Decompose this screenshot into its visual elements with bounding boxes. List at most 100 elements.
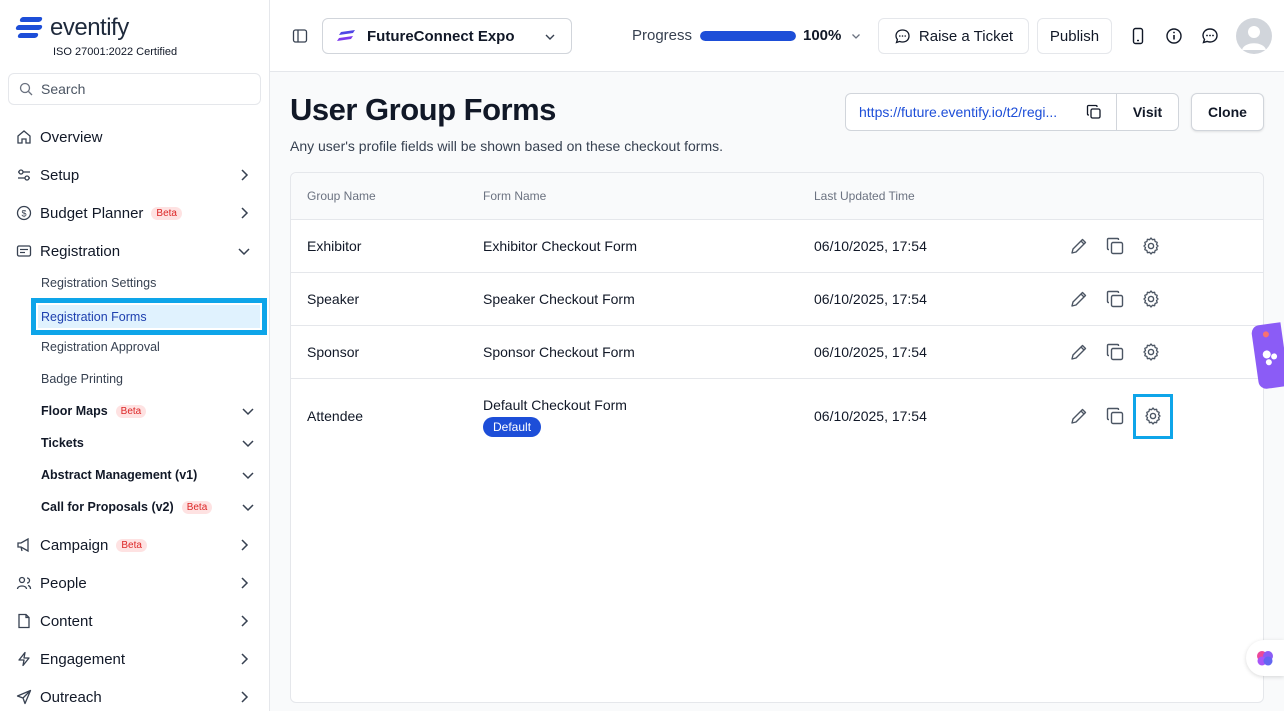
form-name-cell: Default Checkout Form Default [483,397,627,437]
sidebar-item-outreach[interactable]: Outreach [16,683,256,711]
eventify-logo-icon [15,15,44,41]
sidebar-item-budget-planner[interactable]: $ Budget Planner Beta [16,199,256,227]
registration-icon [16,243,32,259]
svg-text:$: $ [21,209,26,219]
duplicate-icon[interactable] [1105,236,1125,256]
beta-badge: Beta [181,500,213,514]
gear-icon[interactable] [1141,289,1161,309]
event-logo-icon [337,30,355,41]
sidebar-item-label: Budget Planner [40,204,144,222]
mobile-icon[interactable] [1129,27,1147,45]
subitem-label: Abstract Management (v1) [41,468,198,482]
table-row: Exhibitor Exhibitor Checkout Form 06/10/… [291,220,1263,273]
sidebar-item-content[interactable]: Content [16,607,256,635]
sidebar-item-label: Overview [40,128,103,146]
users-icon [16,575,32,591]
group-name-cell: Exhibitor [307,238,362,254]
logo[interactable]: eventify [15,14,129,42]
chevron-right-icon [241,169,249,181]
send-icon [16,689,32,705]
updated-time-cell: 06/10/2025, 17:54 [814,291,927,307]
chevron-right-icon [241,691,249,703]
gear-icon[interactable] [1141,342,1161,362]
table-row: Speaker Speaker Checkout Form 06/10/2025… [291,273,1263,326]
chevron-down-icon[interactable] [850,30,862,42]
ai-assistant-button[interactable] [1246,640,1284,676]
column-header-form-name: Form Name [483,189,547,203]
form-name-text: Default Checkout Form [483,397,627,413]
duplicate-icon[interactable] [1105,289,1125,309]
gear-icon[interactable] [1141,236,1161,256]
clone-button[interactable]: Clone [1191,93,1264,131]
form-name-cell: Sponsor Checkout Form [483,344,635,360]
chevron-down-icon [242,504,254,512]
sidebar: eventify ISO 27001:2022 Certified Overvi… [0,0,270,711]
beta-badge: Beta [116,538,147,552]
edit-icon[interactable] [1069,406,1089,426]
sidebar-item-label: Outreach [40,688,102,706]
sidebar-item-overview[interactable]: Overview [16,123,256,151]
settings-button-highlight[interactable] [1133,394,1173,439]
sidebar-item-campaign[interactable]: Campaign Beta [16,531,256,559]
updated-time-cell: 06/10/2025, 17:54 [814,408,927,424]
sidebar-toggle-icon[interactable] [292,28,308,44]
chevron-down-icon [242,440,254,448]
event-url-link[interactable]: https://future.eventify.io/t2/regi... [846,94,1116,130]
table-row: Attendee Default Checkout Form Default 0… [291,379,1263,454]
event-selector[interactable]: FutureConnect Expo [322,18,572,54]
sidebar-subitem-registration-approval[interactable]: Registration Approval [41,335,256,359]
sidebar-item-people[interactable]: People [16,569,256,597]
duplicate-icon[interactable] [1105,406,1125,426]
page-subtitle: Any user's profile fields will be shown … [290,138,724,154]
sidebar-item-engagement[interactable]: Engagement [16,645,256,673]
sidebar-subitem-call-for-proposals[interactable]: Call for Proposals (v2) Beta [41,495,256,519]
column-header-last-updated: Last Updated Time [814,189,915,203]
edit-icon[interactable] [1069,289,1089,309]
sidebar-item-registration[interactable]: Registration [16,237,256,265]
raise-ticket-button[interactable]: Raise a Ticket [878,18,1029,54]
raise-ticket-label: Raise a Ticket [918,27,1014,45]
sidebar-subitem-registration-settings[interactable]: Registration Settings [41,271,256,295]
duplicate-icon[interactable] [1105,342,1125,362]
avatar[interactable] [1236,18,1272,54]
sidebar-item-label: Registration [40,242,121,260]
copy-icon[interactable] [1086,104,1102,120]
form-name-cell: Speaker Checkout Form [483,291,635,307]
chat-icon[interactable] [1201,27,1219,45]
search-input[interactable] [41,81,241,97]
publish-button[interactable]: Publish [1037,18,1112,54]
updated-time-cell: 06/10/2025, 17:54 [814,238,927,254]
chevron-right-icon [241,653,249,665]
subitem-label: Tickets [41,436,84,450]
sidebar-subitem-badge-printing[interactable]: Badge Printing [41,367,256,391]
subitem-label: Floor Maps [41,404,108,418]
gear-icon[interactable] [1143,406,1163,426]
search-box[interactable] [8,73,261,105]
group-name-cell: Sponsor [307,344,360,360]
progress-bar [700,31,796,41]
sidebar-item-label: Setup [40,166,80,184]
visit-button[interactable]: Visit [1116,94,1178,130]
sidebar-item-label: Campaign [40,536,109,554]
sidebar-subitem-floor-maps[interactable]: Floor Maps Beta [41,399,256,423]
sidebar-item-label: People [40,574,87,592]
info-icon[interactable] [1165,27,1183,45]
user-avatar-icon [1242,26,1266,50]
subitem-label: Registration Settings [41,276,157,290]
edit-icon[interactable] [1069,342,1089,362]
sidebar-subitem-tickets[interactable]: Tickets [41,431,256,455]
dollar-icon: $ [16,205,32,221]
edit-icon[interactable] [1069,236,1089,256]
chevron-down-icon [242,408,254,416]
sidebar-subitem-abstract-management[interactable]: Abstract Management (v1) [41,463,256,487]
megaphone-icon [16,537,32,553]
sidebar-subitem-registration-forms[interactable]: Registration Forms [31,298,267,335]
progress-value: 100% [803,27,842,44]
chevron-down-icon [238,248,250,256]
chat-bubble-icon [895,28,910,44]
sliders-icon [16,167,32,183]
chevron-down-icon [242,472,254,480]
sidebar-item-setup[interactable]: Setup [16,161,256,189]
table-header: Group Name Form Name Last Updated Time [291,173,1263,220]
chevron-right-icon [241,539,249,551]
